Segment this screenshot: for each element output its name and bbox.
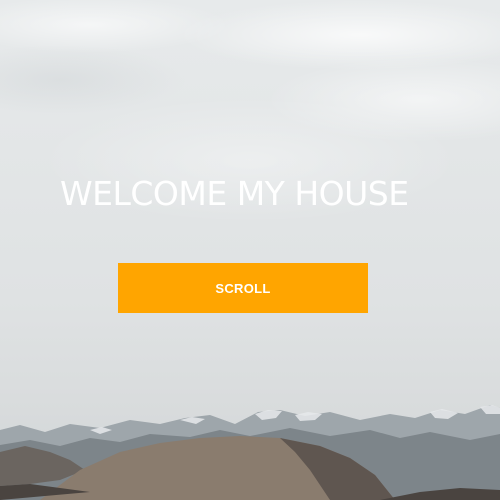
hero-title: WELCOME MY HOUSE (60, 174, 409, 213)
mountain-landscape-image (0, 405, 500, 500)
scroll-button[interactable]: SCROLL (118, 263, 368, 313)
hero-section: WELCOME MY HOUSE SCROLL (0, 0, 500, 500)
